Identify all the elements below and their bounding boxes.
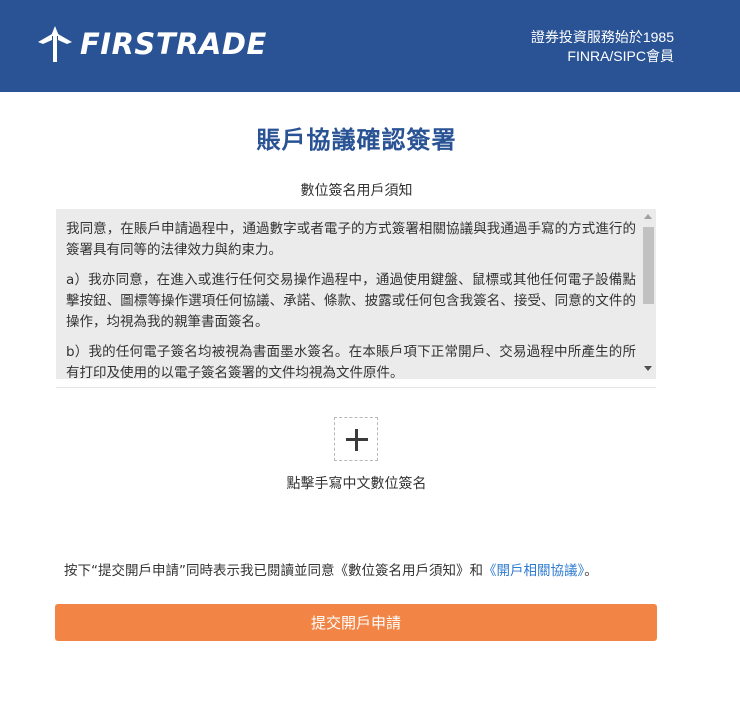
notice-scrollbar[interactable] (640, 209, 656, 379)
agreement-suffix: 。 (584, 563, 598, 579)
signature-label: 點擊手寫中文數位簽名 (286, 476, 427, 492)
notice-content: 我同意，在賬戶申請過程中，通過數字或者電子的方式簽署相關協議與我通過手寫的方式進… (66, 219, 636, 379)
agreement-statement: 按下“提交開戶申請”同時表示我已閱讀並同意《數位簽名用戶須知》和《開戶相關協議》… (64, 559, 598, 579)
agreement-prefix: 按下“提交開戶申請”同時表示我已閱讀並同意《數位簽名用戶須知》和 (64, 563, 483, 579)
notice-subtitle: 數位簽名用戶須知 (300, 183, 413, 199)
firstrade-logo[interactable]: FIRSTRADE (38, 24, 267, 64)
brand-name: FIRSTRADE (80, 27, 267, 61)
header-tagline: 證券投資服務始於1985 FINRA/SIPC會員 (531, 28, 674, 66)
scroll-down-arrow-icon[interactable] (644, 366, 652, 371)
account-agreement-link[interactable]: 《開戶相關協議》 (483, 563, 584, 579)
scroll-up-arrow-icon[interactable] (644, 214, 652, 219)
notice-paragraph: a）我亦同意，在進入或進行任何交易操作過程中，通過使用鍵盤、鼠標或其他任何電子設… (66, 272, 636, 330)
scrollbar-thumb[interactable] (643, 227, 654, 304)
submit-application-button[interactable]: 提交開戶申請 (55, 604, 657, 641)
tagline-since: 證券投資服務始於1985 (530, 29, 674, 45)
notice-paragraph: 我同意，在賬戶申請過程中，通過數字或者電子的方式簽署相關協議與我通過手寫的方式進… (66, 221, 636, 258)
notice-scroll-box[interactable]: 我同意，在賬戶申請過程中，通過數字或者電子的方式簽署相關協議與我通過手寫的方式進… (56, 209, 656, 379)
add-signature-button[interactable] (334, 417, 378, 461)
divider (56, 387, 656, 388)
page-title: 賬戶協議確認簽署 (256, 126, 457, 154)
notice-paragraph: b）我的任何電子簽名均被視為書面墨水簽名。在本賬戶項下正常開戶、交易過程中所產生… (66, 344, 636, 379)
firstrade-arrow-logo-icon (38, 26, 72, 62)
site-header: FIRSTRADE 證券投資服務始於1985 FINRA/SIPC會員 (0, 0, 740, 92)
tagline-membership: FINRA/SIPC會員 (567, 48, 674, 64)
